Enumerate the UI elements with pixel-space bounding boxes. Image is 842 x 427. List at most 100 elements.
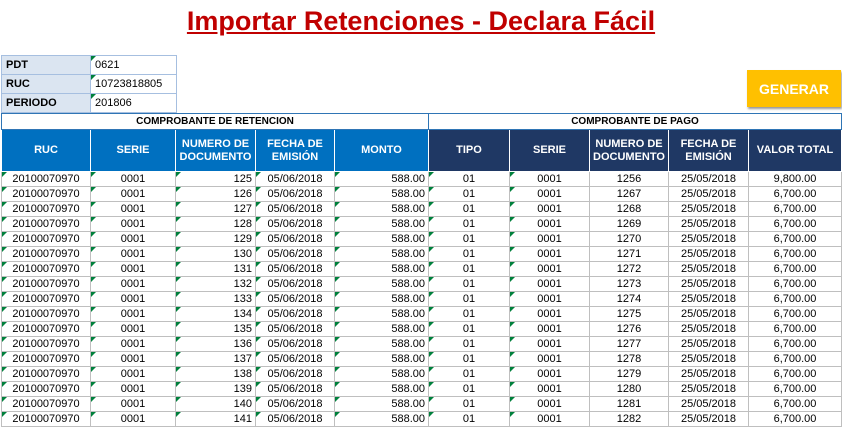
cell-numero-pago[interactable]: 1276	[589, 321, 669, 337]
cell-numero-pago[interactable]: 1278	[589, 351, 669, 367]
cell-serie-retencion[interactable]: 0001	[90, 306, 176, 322]
cell-fecha-pago[interactable]: 25/05/2018	[668, 171, 749, 187]
cell-numero-pago[interactable]: 1273	[589, 276, 669, 292]
cell-serie-pago[interactable]: 0001	[509, 216, 590, 232]
cell-numero-retencion[interactable]: 135	[175, 321, 256, 337]
cell-numero-retencion[interactable]: 132	[175, 276, 256, 292]
cell-serie-pago[interactable]: 0001	[509, 276, 590, 292]
cell-fecha-retencion[interactable]: 05/06/2018	[255, 306, 335, 322]
cell-ruc[interactable]: 20100070970	[1, 276, 91, 292]
cell-numero-pago[interactable]: 1271	[589, 246, 669, 262]
cell-valor-total[interactable]: 6,700.00	[748, 216, 842, 232]
cell-fecha-pago[interactable]: 25/05/2018	[668, 276, 749, 292]
periodo-value-cell[interactable]: 201806	[90, 93, 177, 113]
cell-serie-retencion[interactable]: 0001	[90, 366, 176, 382]
cell-serie-retencion[interactable]: 0001	[90, 261, 176, 277]
cell-numero-retencion[interactable]: 128	[175, 216, 256, 232]
cell-fecha-pago[interactable]: 25/05/2018	[668, 186, 749, 202]
cell-valor-total[interactable]: 6,700.00	[748, 321, 842, 337]
cell-numero-pago[interactable]: 1279	[589, 366, 669, 382]
cell-tipo[interactable]: 01	[428, 351, 510, 367]
cell-serie-pago[interactable]: 0001	[509, 246, 590, 262]
cell-serie-retencion[interactable]: 0001	[90, 351, 176, 367]
cell-ruc[interactable]: 20100070970	[1, 366, 91, 382]
cell-numero-retencion[interactable]: 129	[175, 231, 256, 247]
cell-ruc[interactable]: 20100070970	[1, 291, 91, 307]
cell-numero-retencion[interactable]: 137	[175, 351, 256, 367]
cell-serie-pago[interactable]: 0001	[509, 306, 590, 322]
cell-serie-retencion[interactable]: 0001	[90, 246, 176, 262]
cell-fecha-pago[interactable]: 25/05/2018	[668, 351, 749, 367]
cell-ruc[interactable]: 20100070970	[1, 246, 91, 262]
cell-tipo[interactable]: 01	[428, 276, 510, 292]
cell-valor-total[interactable]: 6,700.00	[748, 351, 842, 367]
cell-fecha-pago[interactable]: 25/05/2018	[668, 306, 749, 322]
cell-monto[interactable]: 588.00	[334, 261, 429, 277]
cell-numero-pago[interactable]: 1268	[589, 201, 669, 217]
cell-valor-total[interactable]: 9,800.00	[748, 171, 842, 187]
cell-serie-pago[interactable]: 0001	[509, 291, 590, 307]
cell-serie-pago[interactable]: 0001	[509, 396, 590, 412]
cell-monto[interactable]: 588.00	[334, 291, 429, 307]
cell-numero-retencion[interactable]: 125	[175, 171, 256, 187]
cell-fecha-retencion[interactable]: 05/06/2018	[255, 261, 335, 277]
cell-fecha-pago[interactable]: 25/05/2018	[668, 381, 749, 397]
cell-monto[interactable]: 588.00	[334, 336, 429, 352]
cell-monto[interactable]: 588.00	[334, 321, 429, 337]
cell-serie-retencion[interactable]: 0001	[90, 216, 176, 232]
cell-valor-total[interactable]: 6,700.00	[748, 186, 842, 202]
cell-tipo[interactable]: 01	[428, 321, 510, 337]
cell-ruc[interactable]: 20100070970	[1, 231, 91, 247]
cell-serie-retencion[interactable]: 0001	[90, 171, 176, 187]
cell-serie-pago[interactable]: 0001	[509, 261, 590, 277]
cell-fecha-pago[interactable]: 25/05/2018	[668, 336, 749, 352]
cell-fecha-retencion[interactable]: 05/06/2018	[255, 336, 335, 352]
cell-monto[interactable]: 588.00	[334, 171, 429, 187]
cell-ruc[interactable]: 20100070970	[1, 321, 91, 337]
cell-tipo[interactable]: 01	[428, 396, 510, 412]
cell-numero-pago[interactable]: 1267	[589, 186, 669, 202]
cell-monto[interactable]: 588.00	[334, 246, 429, 262]
cell-fecha-retencion[interactable]: 05/06/2018	[255, 411, 335, 427]
cell-serie-pago[interactable]: 0001	[509, 231, 590, 247]
cell-numero-retencion[interactable]: 127	[175, 201, 256, 217]
cell-fecha-retencion[interactable]: 05/06/2018	[255, 351, 335, 367]
cell-fecha-pago[interactable]: 25/05/2018	[668, 231, 749, 247]
cell-fecha-pago[interactable]: 25/05/2018	[668, 291, 749, 307]
cell-monto[interactable]: 588.00	[334, 201, 429, 217]
cell-fecha-pago[interactable]: 25/05/2018	[668, 246, 749, 262]
cell-tipo[interactable]: 01	[428, 381, 510, 397]
cell-serie-pago[interactable]: 0001	[509, 351, 590, 367]
cell-fecha-retencion[interactable]: 05/06/2018	[255, 321, 335, 337]
cell-serie-pago[interactable]: 0001	[509, 336, 590, 352]
cell-numero-retencion[interactable]: 126	[175, 186, 256, 202]
cell-numero-pago[interactable]: 1274	[589, 291, 669, 307]
cell-numero-pago[interactable]: 1275	[589, 306, 669, 322]
cell-tipo[interactable]: 01	[428, 336, 510, 352]
cell-numero-pago[interactable]: 1280	[589, 381, 669, 397]
cell-serie-pago[interactable]: 0001	[509, 411, 590, 427]
cell-numero-retencion[interactable]: 133	[175, 291, 256, 307]
cell-numero-pago[interactable]: 1256	[589, 171, 669, 187]
cell-ruc[interactable]: 20100070970	[1, 306, 91, 322]
cell-numero-pago[interactable]: 1272	[589, 261, 669, 277]
cell-valor-total[interactable]: 6,700.00	[748, 246, 842, 262]
cell-valor-total[interactable]: 6,700.00	[748, 336, 842, 352]
cell-serie-retencion[interactable]: 0001	[90, 201, 176, 217]
cell-tipo[interactable]: 01	[428, 216, 510, 232]
cell-ruc[interactable]: 20100070970	[1, 381, 91, 397]
cell-serie-retencion[interactable]: 0001	[90, 396, 176, 412]
cell-monto[interactable]: 588.00	[334, 186, 429, 202]
cell-ruc[interactable]: 20100070970	[1, 351, 91, 367]
cell-fecha-retencion[interactable]: 05/06/2018	[255, 381, 335, 397]
cell-numero-retencion[interactable]: 136	[175, 336, 256, 352]
generate-button[interactable]: GENERAR	[747, 70, 841, 107]
cell-fecha-retencion[interactable]: 05/06/2018	[255, 171, 335, 187]
cell-fecha-pago[interactable]: 25/05/2018	[668, 411, 749, 427]
cell-monto[interactable]: 588.00	[334, 231, 429, 247]
cell-monto[interactable]: 588.00	[334, 411, 429, 427]
cell-fecha-retencion[interactable]: 05/06/2018	[255, 276, 335, 292]
cell-fecha-retencion[interactable]: 05/06/2018	[255, 231, 335, 247]
cell-valor-total[interactable]: 6,700.00	[748, 291, 842, 307]
cell-serie-pago[interactable]: 0001	[509, 381, 590, 397]
